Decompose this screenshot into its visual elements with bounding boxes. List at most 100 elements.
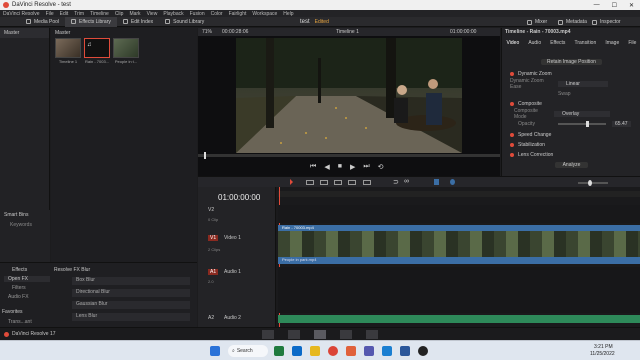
composite-mode-select[interactable]: Overlay [554, 111, 610, 117]
fx-box-blur[interactable]: Box Blur [72, 277, 190, 285]
snapping-icon[interactable]: ⊃ [393, 178, 399, 186]
file-explorer-icon[interactable] [310, 346, 320, 356]
windows-start-icon[interactable] [210, 346, 220, 356]
minimize-button[interactable]: — [594, 2, 600, 9]
blade-tool-icon[interactable] [320, 180, 328, 185]
zoom-level[interactable]: 71% [202, 29, 212, 35]
swap-button[interactable]: Swap [558, 91, 571, 97]
effects-tree-audiofx[interactable]: Audio FX [8, 294, 29, 300]
paint-icon[interactable] [346, 346, 356, 356]
section-enabled-icon[interactable] [510, 72, 514, 76]
fx-directional-blur[interactable]: Directional Blur [72, 289, 190, 297]
inspector-button[interactable]: Inspector [592, 19, 621, 25]
clip-thumb-people[interactable] [113, 38, 139, 58]
skip-end-icon[interactable]: ⏭ [363, 163, 369, 171]
insert-clip-icon[interactable] [334, 180, 342, 185]
timeline-name[interactable]: Timeline 1 [336, 29, 359, 35]
tab-audio[interactable]: Audio [528, 40, 541, 46]
timeline-clip-people[interactable]: People in park.mp4 [278, 257, 640, 264]
track-v2-lane[interactable] [278, 205, 640, 223]
stop-icon[interactable]: ■ [338, 163, 342, 171]
clip-name: Timeline 1 [58, 59, 78, 64]
mixer-button[interactable]: Mixer [527, 19, 547, 25]
skip-start-icon[interactable]: ⏮ [310, 163, 316, 171]
lens-correction-section[interactable]: Lens Correction [502, 151, 640, 159]
viewer-scrubber[interactable] [198, 152, 500, 159]
favorite-item[interactable]: Trans...ant [8, 319, 32, 325]
edge-icon[interactable] [292, 346, 302, 356]
zoom-slider[interactable] [578, 180, 608, 186]
section-enabled-icon[interactable] [510, 133, 514, 137]
play-icon[interactable]: ▶ [350, 163, 355, 171]
keywords-item[interactable]: Keywords [0, 220, 50, 230]
menu-color[interactable]: Color [211, 11, 223, 17]
selection-tool-icon[interactable] [290, 179, 296, 185]
reverse-icon[interactable]: ◀ [324, 163, 329, 171]
marker-icon[interactable] [450, 179, 455, 185]
menu-fairlight[interactable]: Fairlight [229, 11, 247, 17]
tab-image[interactable]: Image [605, 40, 619, 46]
timeline-ruler[interactable] [278, 191, 640, 197]
link-icon[interactable]: ∞ [404, 178, 409, 185]
davinci-resolve-taskbar-icon[interactable] [418, 346, 428, 356]
menu-workspace[interactable]: Workspace [252, 11, 277, 17]
fusion-page-icon[interactable] [340, 330, 352, 339]
timeline-clip-filmstrip[interactable] [278, 231, 640, 257]
video-frame[interactable] [236, 38, 462, 153]
project-title: test Edited [300, 17, 329, 27]
edit-index-button[interactable]: Edit Index [117, 17, 159, 27]
clip-thumb-rain[interactable]: ♫ [84, 38, 110, 58]
viewer-playhead[interactable] [204, 152, 206, 159]
teams-icon[interactable] [364, 346, 374, 356]
fx-gaussian-blur[interactable]: Gaussian Blur [72, 301, 190, 309]
word-icon[interactable] [400, 346, 410, 356]
audio-clip-a2[interactable] [278, 315, 640, 323]
section-enabled-icon[interactable] [510, 143, 514, 147]
media-pool-button[interactable]: Media Pool [20, 17, 65, 27]
opacity-slider[interactable] [558, 121, 606, 127]
tab-transition[interactable]: Transition [574, 40, 596, 46]
smart-bins-label[interactable]: Smart Bins [0, 210, 50, 220]
opacity-slider-handle[interactable] [586, 121, 589, 127]
vscode-icon[interactable] [382, 346, 392, 356]
taskbar-search[interactable]: ⌕ Search [228, 345, 268, 357]
replace-clip-icon[interactable] [363, 180, 371, 185]
trim-tool-icon[interactable] [306, 180, 314, 185]
clip-thumb-timeline[interactable] [55, 38, 81, 58]
inspector-tabs: Video Audio Effects Transition Image Fil… [502, 37, 640, 49]
zoom-slider-handle[interactable] [588, 180, 592, 186]
metadata-button[interactable]: Metadata [558, 19, 587, 25]
color-page-icon[interactable] [366, 330, 378, 339]
chrome-icon[interactable] [328, 346, 338, 356]
cut-page-icon[interactable] [288, 330, 300, 339]
close-button[interactable]: ✕ [629, 2, 634, 9]
dynamic-zoom-section[interactable]: Dynamic Zoom [502, 70, 640, 78]
opacity-value[interactable]: 65.47 [612, 121, 631, 127]
overwrite-clip-icon[interactable] [348, 180, 356, 185]
composite-section[interactable]: Composite [502, 100, 640, 108]
maximize-button[interactable]: ☐ [612, 2, 617, 9]
edit-page-icon[interactable] [314, 330, 326, 339]
media-page-icon[interactable] [262, 330, 274, 339]
menu-help[interactable]: Help [283, 11, 293, 17]
analyze-button[interactable]: Analyze [554, 162, 589, 168]
stabilization-section[interactable]: Stabilization [502, 141, 640, 149]
sound-library-button[interactable]: Sound Library [159, 17, 210, 27]
section-enabled-icon[interactable] [510, 102, 514, 106]
dynamic-zoom-ease-select[interactable]: Linear [558, 81, 608, 87]
retain-image-position-button[interactable]: Retain Image Position [502, 58, 640, 66]
speed-change-section[interactable]: Speed Change [502, 131, 640, 139]
fx-lens-blur[interactable]: Lens Blur [72, 313, 190, 321]
tab-effects[interactable]: Effects [550, 40, 565, 46]
loop-icon[interactable]: ⟲ [378, 163, 384, 171]
excel-icon[interactable] [274, 346, 284, 356]
effects-tree-filters[interactable]: Filters [12, 285, 26, 291]
track-a1-lane[interactable] [278, 267, 640, 313]
flag-icon[interactable] [434, 179, 439, 185]
effects-library-button[interactable]: Effects Library [65, 16, 117, 27]
bin-master[interactable]: Master [0, 28, 49, 38]
section-enabled-icon[interactable] [510, 153, 514, 157]
tab-file[interactable]: File [628, 40, 636, 46]
effects-tree-openfx[interactable]: Open FX [4, 276, 50, 282]
tab-video[interactable]: Video [507, 40, 520, 46]
